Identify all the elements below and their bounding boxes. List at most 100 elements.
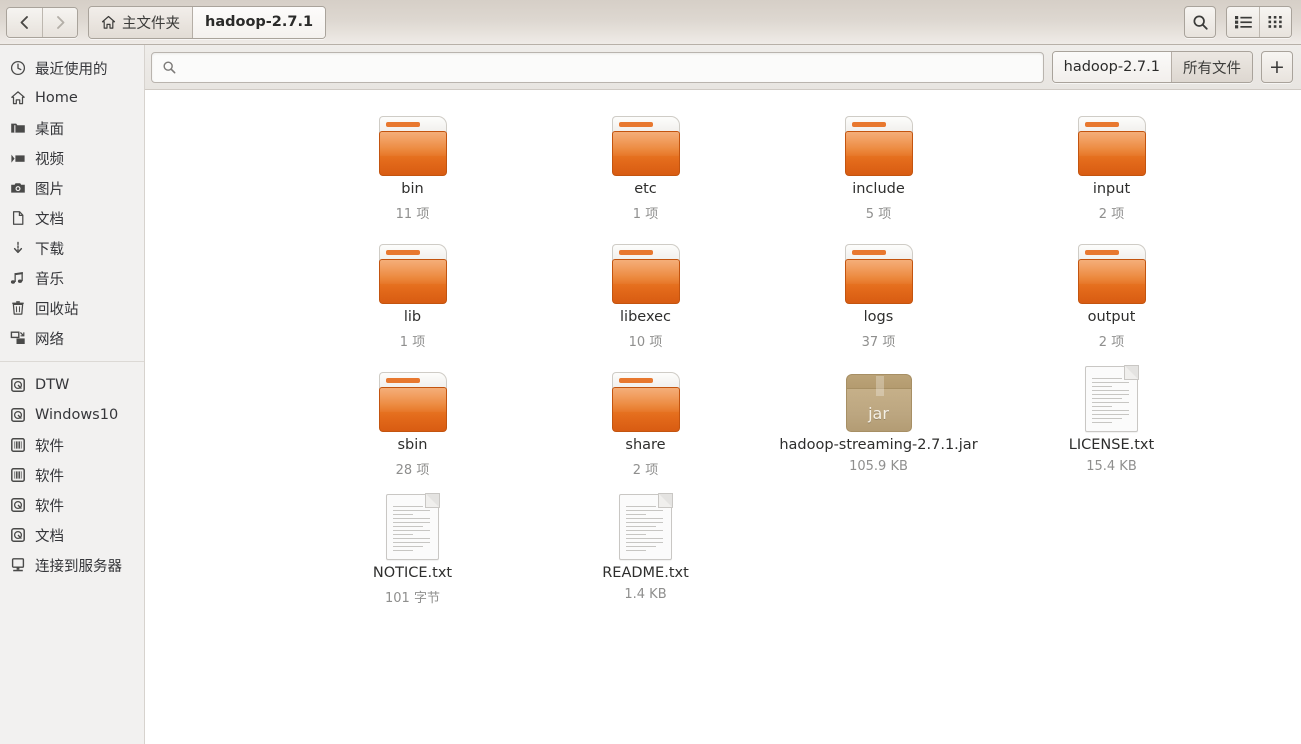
file-icon-wrapper bbox=[611, 104, 680, 176]
folder-icon bbox=[1077, 244, 1146, 304]
file-meta: 2 项 bbox=[1098, 206, 1125, 222]
breadcrumb-item-current[interactable]: hadoop-2.7.1 bbox=[192, 6, 326, 38]
file-item[interactable]: sbin 28 项 bbox=[296, 358, 529, 486]
sidebar-item-connect-to-server[interactable]: 连接到服务器 bbox=[0, 550, 144, 580]
disk-icon bbox=[9, 497, 26, 514]
breadcrumb-item-current-label: hadoop-2.7.1 bbox=[205, 14, 314, 30]
new-tab-button[interactable]: + bbox=[1261, 51, 1293, 83]
breadcrumb-item-home[interactable]: 主文件夹 bbox=[89, 6, 192, 38]
sidebar-item-videos-label: 视频 bbox=[35, 151, 64, 168]
file-item[interactable]: bin 11 项 bbox=[296, 102, 529, 230]
tab-hadoop-label: hadoop-2.7.1 bbox=[1063, 59, 1160, 75]
folder-icon bbox=[844, 116, 913, 176]
file-item[interactable]: share 2 项 bbox=[529, 358, 762, 486]
drive-icon bbox=[9, 467, 26, 484]
header-right-group bbox=[1184, 6, 1295, 38]
sidebar-item-software-3[interactable]: 软件 bbox=[0, 490, 144, 520]
sidebar-item-videos[interactable]: 视频 bbox=[0, 143, 144, 173]
file-item[interactable]: README.txt 1.4 KB bbox=[529, 486, 762, 614]
header-bar: 主文件夹 hadoop-2.7.1 bbox=[0, 0, 1301, 45]
view-mode-group bbox=[1226, 6, 1292, 38]
sidebar-item-software-3-label: 软件 bbox=[35, 498, 64, 515]
sidebar-item-software-2-label: 软件 bbox=[35, 468, 64, 485]
file-meta: 105.9 KB bbox=[849, 458, 908, 474]
file-name: LICENSE.txt bbox=[1068, 437, 1155, 453]
text-file-icon bbox=[386, 493, 440, 560]
sidebar-item-downloads[interactable]: 下载 bbox=[0, 233, 144, 263]
drive-icon bbox=[9, 437, 26, 454]
chevron-left-icon bbox=[20, 15, 28, 29]
file-name: include bbox=[852, 181, 905, 197]
file-list-area[interactable]: bin 11 项 etc 1 项 include 5 项 input 2 项 lib 1 项 lib… bbox=[145, 90, 1301, 744]
sidebar-item-dtw[interactable]: DTW bbox=[0, 370, 144, 400]
grid-view-icon bbox=[1268, 16, 1282, 28]
file-meta: 28 项 bbox=[395, 462, 430, 478]
file-name: hadoop-streaming-2.7.1.jar bbox=[779, 437, 978, 453]
file-meta: 5 项 bbox=[865, 206, 892, 222]
file-name: input bbox=[1092, 181, 1131, 197]
file-icon-wrapper bbox=[844, 232, 913, 304]
sidebar-item-windows10-label: Windows10 bbox=[35, 407, 119, 423]
sidebar-item-software-2[interactable]: 软件 bbox=[0, 460, 144, 490]
clock-icon bbox=[9, 60, 26, 77]
folder-icon bbox=[378, 116, 447, 176]
file-name: lib bbox=[403, 309, 422, 325]
sidebar-item-music[interactable]: 音乐 bbox=[0, 263, 144, 293]
file-item[interactable]: jar hadoop-streaming-2.7.1.jar 105.9 KB bbox=[762, 358, 995, 486]
sidebar-item-network[interactable]: 网络 bbox=[0, 323, 144, 353]
list-view-button[interactable] bbox=[1227, 7, 1259, 37]
file-meta: 15.4 KB bbox=[1086, 458, 1137, 474]
forward-button[interactable] bbox=[42, 7, 77, 37]
file-meta: 2 项 bbox=[1098, 334, 1125, 350]
music-icon bbox=[9, 270, 26, 287]
file-name: logs bbox=[863, 309, 894, 325]
file-item[interactable]: input 2 项 bbox=[995, 102, 1228, 230]
sidebar-item-documents[interactable]: 文档 bbox=[0, 203, 144, 233]
file-item[interactable]: etc 1 项 bbox=[529, 102, 762, 230]
sidebar-item-recent[interactable]: 最近使用的 bbox=[0, 53, 144, 83]
content-area: hadoop-2.7.1 所有文件 + bin 11 项 etc 1 项 include… bbox=[145, 45, 1301, 744]
disk-icon bbox=[9, 377, 26, 394]
back-button[interactable] bbox=[7, 7, 42, 37]
sidebar: 最近使用的 Home 桌面 视频 图片 文档 下载 音乐 回收站 网络 DTW … bbox=[0, 45, 145, 744]
sidebar-item-windows10[interactable]: Windows10 bbox=[0, 400, 144, 430]
sidebar-item-pictures[interactable]: 图片 bbox=[0, 173, 144, 203]
file-name: sbin bbox=[397, 437, 428, 453]
tab-hadoop[interactable]: hadoop-2.7.1 bbox=[1052, 52, 1171, 82]
search-input[interactable] bbox=[185, 59, 1033, 75]
file-name: README.txt bbox=[602, 565, 689, 581]
folder-icon bbox=[611, 372, 680, 432]
file-item[interactable]: libexec 10 项 bbox=[529, 230, 762, 358]
folder-icon bbox=[378, 372, 447, 432]
disk-icon bbox=[9, 527, 26, 544]
file-meta: 1.4 KB bbox=[624, 586, 667, 602]
tab-all-files[interactable]: 所有文件 bbox=[1171, 52, 1252, 82]
file-name: NOTICE.txt bbox=[372, 565, 453, 581]
sidebar-item-home[interactable]: Home bbox=[0, 83, 144, 113]
sidebar-item-documents-disk[interactable]: 文档 bbox=[0, 520, 144, 550]
search-icon bbox=[1193, 15, 1208, 30]
folder-icon bbox=[611, 244, 680, 304]
camera-icon bbox=[9, 180, 26, 197]
navigation-button-group bbox=[6, 6, 78, 38]
sidebar-item-downloads-label: 下载 bbox=[35, 241, 64, 258]
sidebar-item-trash[interactable]: 回收站 bbox=[0, 293, 144, 323]
file-icon-wrapper bbox=[378, 104, 447, 176]
search-icon bbox=[163, 60, 176, 73]
file-item[interactable]: LICENSE.txt 15.4 KB bbox=[995, 358, 1228, 486]
chevron-right-icon bbox=[56, 15, 64, 29]
sidebar-item-desktop[interactable]: 桌面 bbox=[0, 113, 144, 143]
file-name: output bbox=[1087, 309, 1136, 325]
sidebar-item-software-1[interactable]: 软件 bbox=[0, 430, 144, 460]
search-button[interactable] bbox=[1184, 6, 1216, 38]
list-view-icon bbox=[1234, 16, 1252, 29]
file-item[interactable]: output 2 项 bbox=[995, 230, 1228, 358]
file-item[interactable]: NOTICE.txt 101 字节 bbox=[296, 486, 529, 614]
grid-view-button[interactable] bbox=[1259, 7, 1291, 37]
file-item[interactable]: lib 1 项 bbox=[296, 230, 529, 358]
file-item[interactable]: logs 37 项 bbox=[762, 230, 995, 358]
search-input-wrapper[interactable] bbox=[151, 51, 1044, 83]
file-item[interactable]: include 5 项 bbox=[762, 102, 995, 230]
breadcrumb: 主文件夹 hadoop-2.7.1 bbox=[88, 5, 327, 39]
sidebar-item-dtw-label: DTW bbox=[35, 377, 70, 393]
